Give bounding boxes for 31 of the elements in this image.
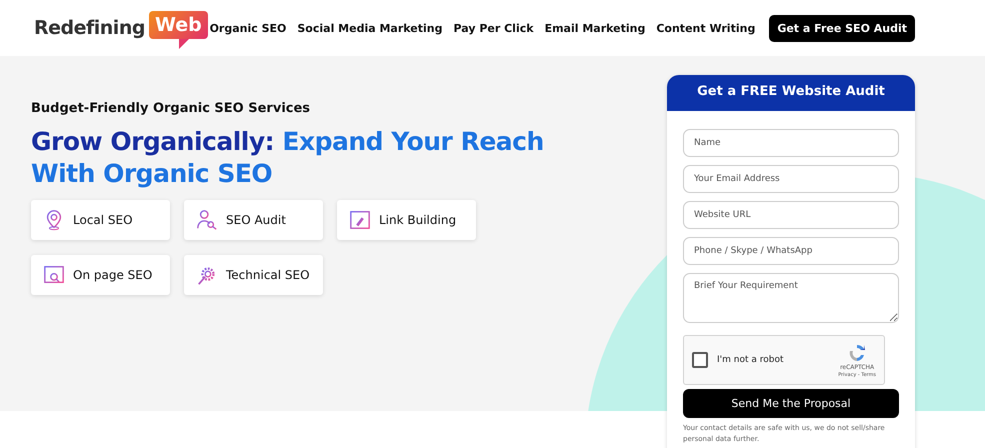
captcha-label: I'm not a robot: [717, 355, 784, 365]
captcha-checkbox[interactable]: [692, 352, 708, 368]
input-field[interactable]: Website URL: [683, 201, 899, 229]
logo-text[interactable]: Redefining: [34, 17, 145, 39]
person-magnifier-icon: [196, 209, 218, 231]
service-card[interactable]: Technical SEO: [184, 255, 323, 295]
hero-subtitle: Budget-Friendly Organic SEO Services: [31, 101, 312, 116]
browser-search-icon: [43, 264, 65, 286]
service-label: On page SEO: [73, 268, 152, 282]
input-field[interactable]: Your Email Address: [683, 165, 899, 193]
service-label: SEO Audit: [226, 213, 286, 227]
input-field[interactable]: Name: [683, 129, 899, 157]
audit-button[interactable]: Get a Free SEO Audit: [769, 14, 915, 42]
hero-heading: Grow Organically: Expand Your Reach With Organic SEO: [31, 126, 545, 190]
requirement-field[interactable]: Brief Your Requirement: [683, 273, 899, 323]
service-card[interactable]: Local SEO: [31, 200, 170, 240]
form-title: Get a FREE Website Audit: [667, 75, 915, 111]
service-label: Technical SEO: [226, 268, 310, 282]
nav-link[interactable]: Pay Per Click: [453, 22, 534, 34]
service-card[interactable]: Link Building: [337, 200, 476, 240]
nav-link[interactable]: Social Media Marketing: [297, 22, 442, 34]
nav-link[interactable]: Content Writing: [656, 22, 756, 34]
recaptcha-icon: [847, 342, 868, 362]
input-field[interactable]: Phone / Skype / WhatsApp: [683, 237, 899, 265]
service-label: Local SEO: [73, 213, 133, 227]
nav-link[interactable]: Organic SEO: [210, 22, 286, 34]
submit-button[interactable]: Send Me the Proposal: [683, 389, 899, 418]
service-card[interactable]: On page SEO: [31, 255, 170, 295]
nav-link[interactable]: Email Marketing: [544, 22, 646, 34]
service-label: Link Building: [379, 213, 456, 227]
service-card[interactable]: SEO Audit: [184, 200, 323, 240]
